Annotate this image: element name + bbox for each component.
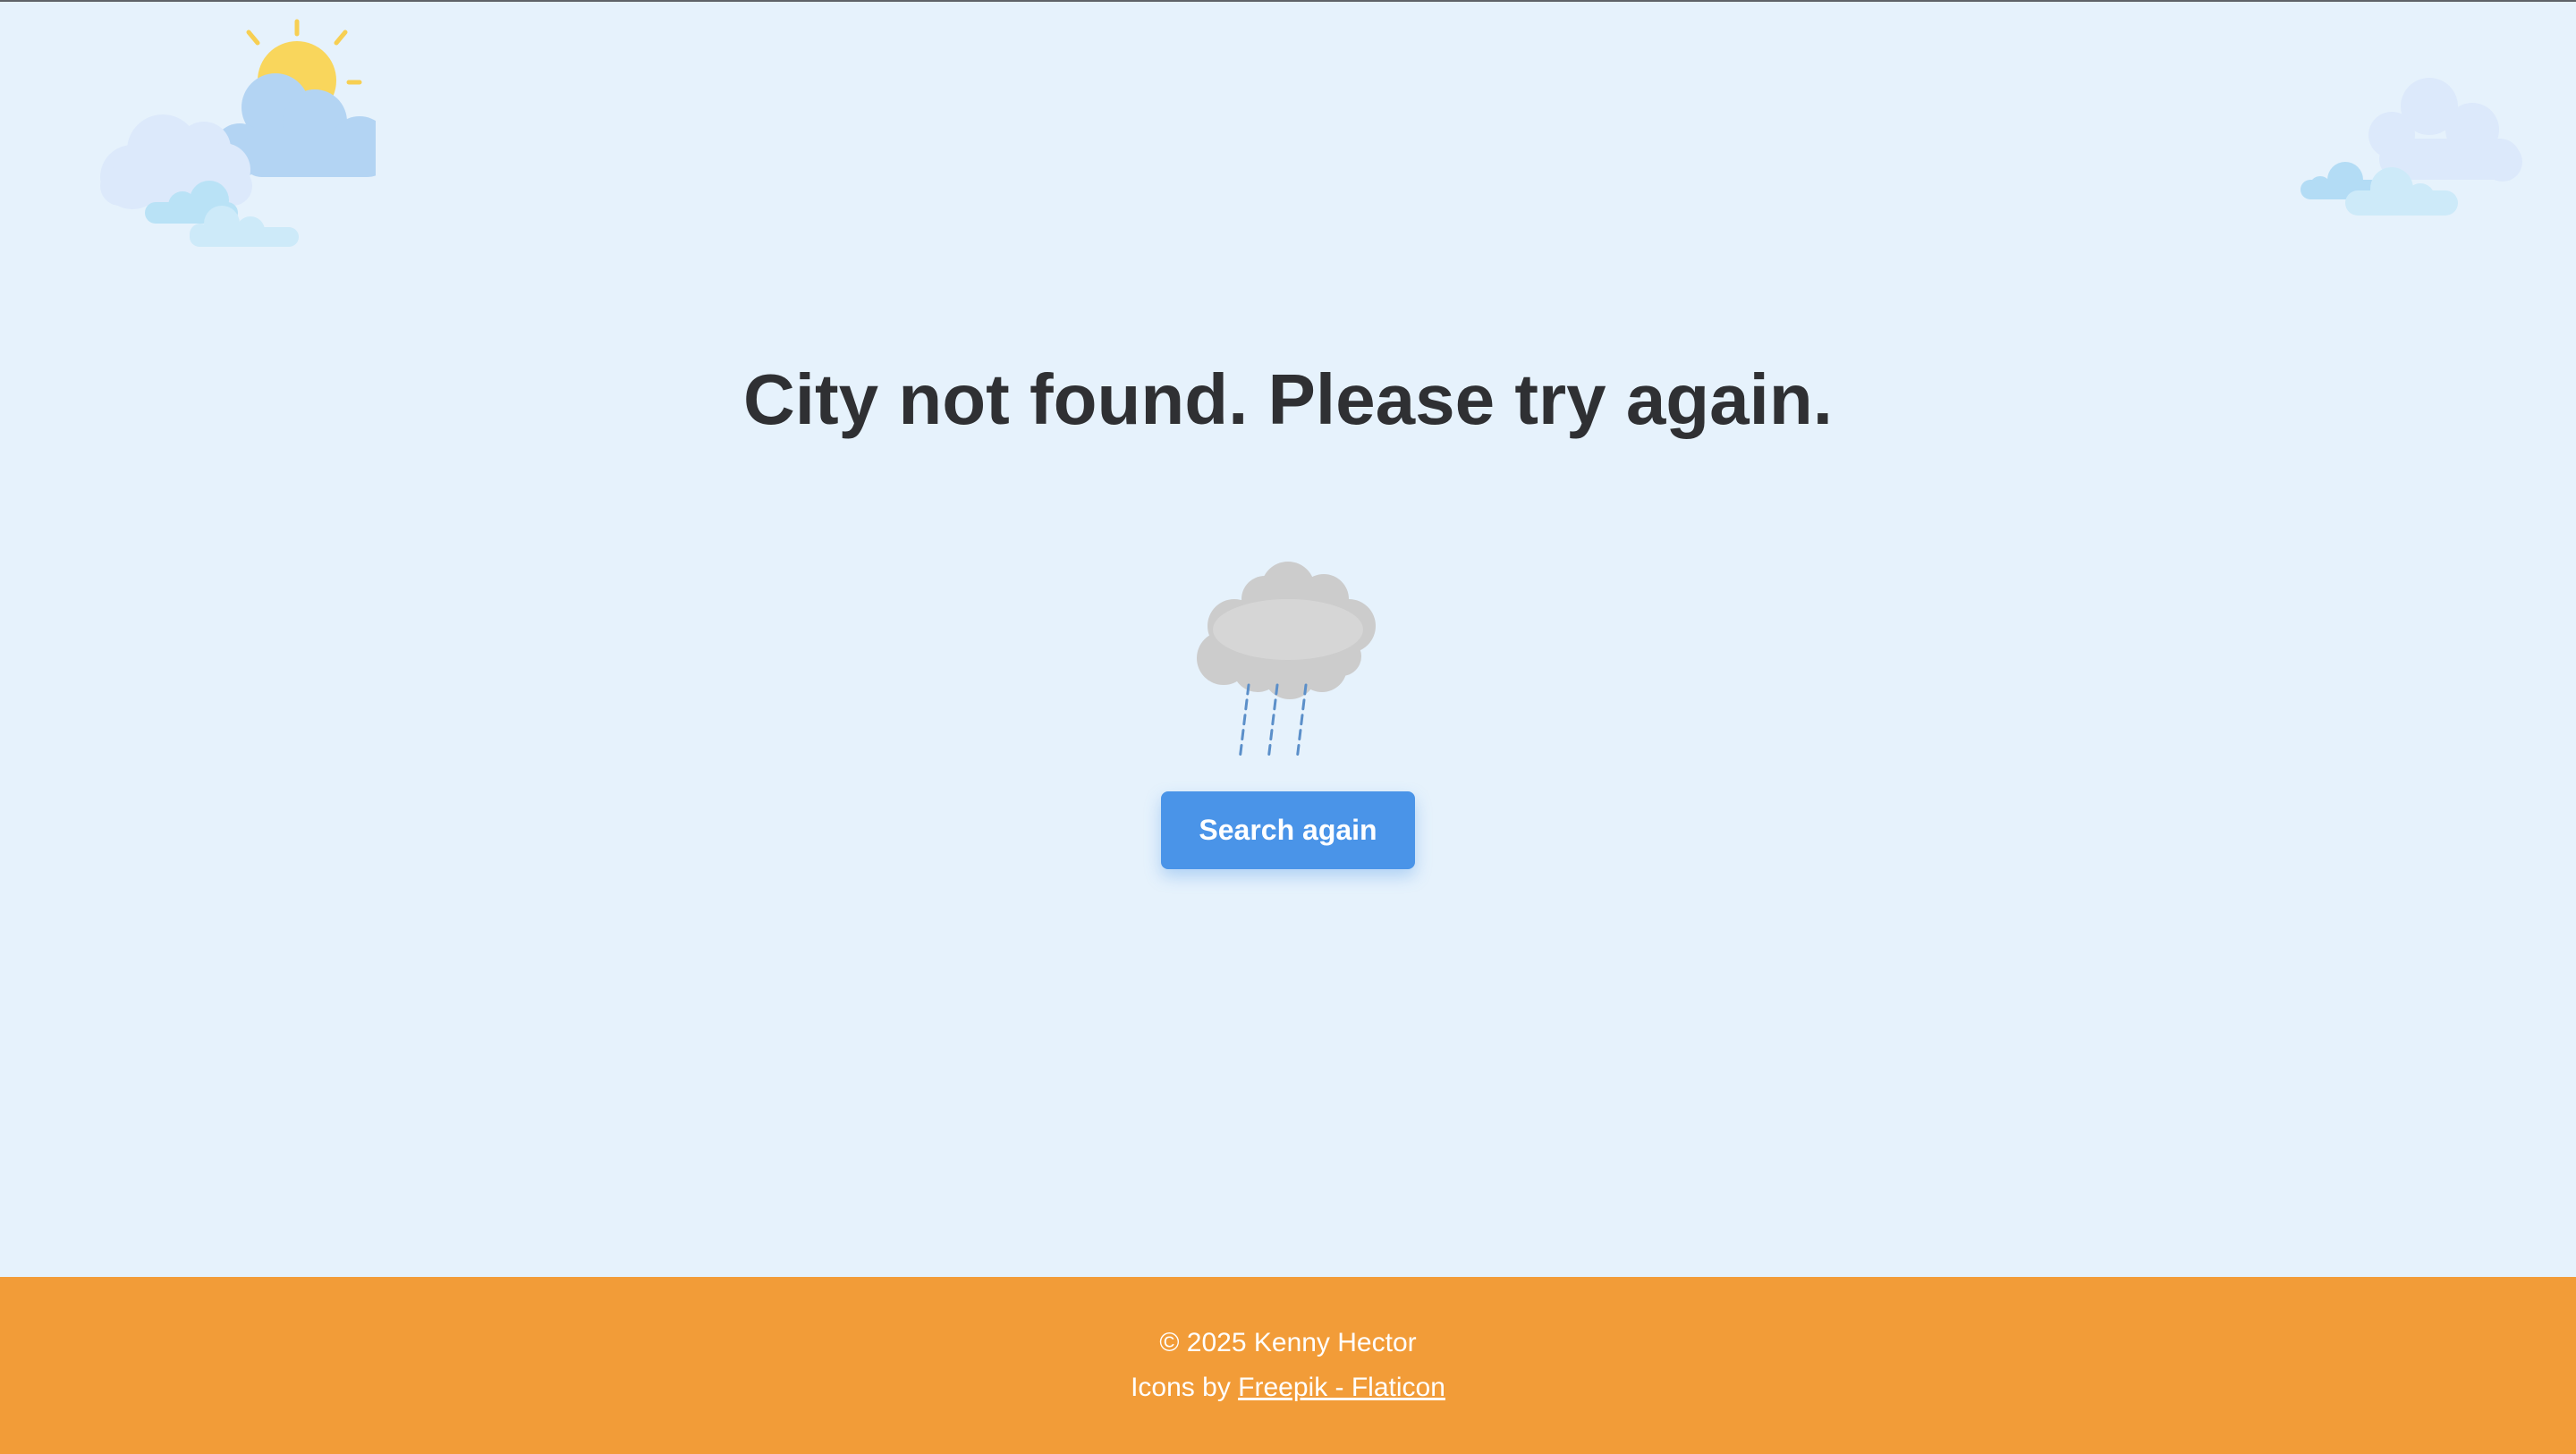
icon-credits-prefix: Icons by xyxy=(1131,1373,1239,1402)
copyright-text: © 2025 Kenny Hector xyxy=(1159,1328,1417,1357)
search-again-button[interactable]: Search again xyxy=(1161,791,1415,869)
error-message: City not found. Please try again. xyxy=(743,359,1833,439)
rain-cloud-icon xyxy=(1197,562,1376,762)
icon-credits: Icons by Freepik - Flaticon xyxy=(0,1370,2576,1406)
footer: © 2025 Kenny Hector Icons by Freepik - F… xyxy=(0,1277,2576,1454)
main-content: City not found. Please try again. Search… xyxy=(0,0,2576,1277)
freepik-flaticon-link[interactable]: Freepik - Flaticon xyxy=(1238,1373,1445,1402)
